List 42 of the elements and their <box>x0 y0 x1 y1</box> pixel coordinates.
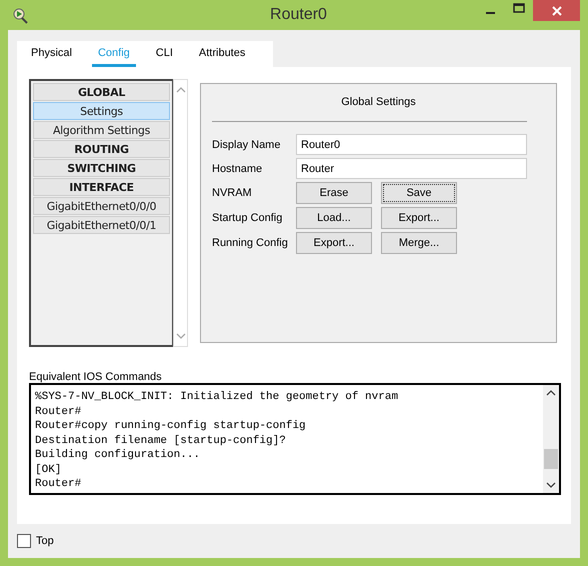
sidebar-header[interactable]: SWITCHING <box>33 159 170 177</box>
section-title: Global Settings <box>340 96 417 108</box>
console-line: Router# <box>35 478 82 492</box>
checkbox-label: Top <box>36 535 54 547</box>
sidebar-item[interactable]: Settings <box>33 102 170 120</box>
console-line: %SYS-7-NV_BLOCK_INIT: Initialized the geometry of nvram <box>35 391 400 405</box>
window-title: Router0 <box>269 6 328 24</box>
close-button[interactable] <box>533 0 580 21</box>
action-button[interactable]: Load... <box>296 207 372 229</box>
close-icon[interactable] <box>550 4 562 16</box>
action-button[interactable]: Save <box>381 182 457 204</box>
sidebar-item[interactable]: Algorithm Settings <box>33 121 170 139</box>
sidebar-header[interactable]: ROUTING <box>33 140 170 158</box>
console-line: Router# <box>35 406 82 420</box>
action-button[interactable]: Merge... <box>381 232 457 254</box>
field-label: Startup Config <box>212 212 284 224</box>
input-field[interactable]: Router <box>296 158 527 179</box>
tab[interactable]: Attributes <box>192 47 252 67</box>
checkbox[interactable] <box>17 534 31 548</box>
sidebar-item[interactable]: GigabitEthernet0/0/1 <box>33 216 170 234</box>
console-line: [OK] <box>35 464 62 478</box>
sidebar-item[interactable]: GigabitEthernet0/0/0 <box>33 197 170 215</box>
console-label: Equivalent IOS Commands <box>29 371 163 383</box>
tab[interactable]: Physical <box>25 47 78 67</box>
sidebar-header[interactable]: INTERFACE <box>33 178 170 196</box>
action-button[interactable]: Export... <box>381 207 457 229</box>
scroll-thumb[interactable] <box>544 449 558 469</box>
action-button[interactable]: Export... <box>296 232 372 254</box>
app-icon <box>12 6 30 24</box>
scroll-down-icon[interactable] <box>546 481 556 489</box>
field-label: Hostname <box>212 162 264 174</box>
tab[interactable]: CLI <box>150 47 179 67</box>
sidebar-header[interactable]: GLOBAL <box>33 83 170 101</box>
field-label: Running Config <box>212 237 289 249</box>
console-line: Router#copy running-config startup-config <box>35 420 307 434</box>
field-label: Display Name <box>212 138 282 150</box>
field-label: NVRAM <box>212 187 253 199</box>
input-field[interactable]: Router0 <box>296 134 527 155</box>
action-button[interactable]: Erase <box>296 182 372 204</box>
console-line: Destination filename [startup-config]? <box>35 434 287 448</box>
scroll-up-icon[interactable] <box>546 389 556 397</box>
console-line: Building configuration... <box>35 449 202 463</box>
